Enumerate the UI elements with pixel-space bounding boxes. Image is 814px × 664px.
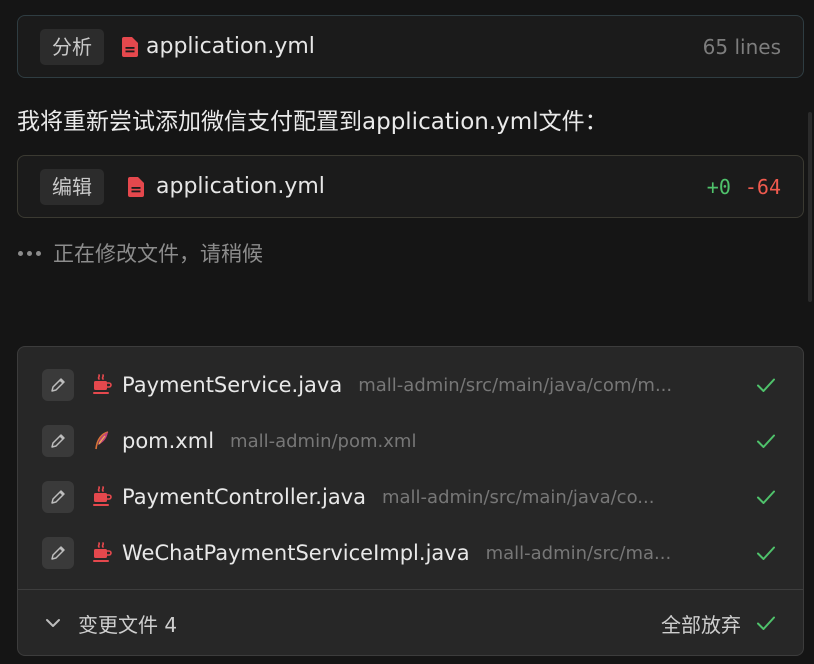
analyze-card[interactable]: 分析 application.yml 65 lines (17, 15, 804, 78)
changed-file-name[interactable]: PaymentService.java (122, 373, 342, 397)
changed-file-name[interactable]: PaymentController.java (122, 485, 366, 509)
changed-file-row[interactable]: PaymentController.java mall-admin/src/mai… (18, 469, 803, 525)
changed-file-name[interactable]: WeChatPaymentServiceImpl.java (122, 541, 470, 565)
file-icon (122, 36, 138, 57)
changed-file-row[interactable]: PaymentService.java mall-admin/src/main/j… (18, 357, 803, 413)
edit-pencil-icon[interactable] (42, 537, 74, 569)
java-icon (92, 486, 112, 508)
edit-pencil-icon[interactable] (42, 369, 74, 401)
changed-files-panel: PaymentService.java mall-admin/src/main/j… (17, 346, 804, 656)
assistant-message: 我将重新尝试添加微信支付配置到application.yml文件： (17, 109, 608, 135)
discard-all-button[interactable]: 全部放弃 (661, 609, 741, 638)
changed-file-row[interactable]: pom.xml mall-admin/pom.xml (18, 413, 803, 469)
accept-check-icon[interactable] (755, 374, 777, 396)
accept-check-icon[interactable] (755, 430, 777, 452)
loading-dots-icon (18, 250, 41, 256)
changed-files-count[interactable]: 变更文件 4 (78, 609, 177, 638)
java-icon (92, 374, 112, 396)
edit-card[interactable]: 编辑 application.yml +0 -64 (17, 155, 804, 218)
changed-file-path: mall-admin/pom.xml (230, 430, 417, 452)
changed-file-name[interactable]: pom.xml (122, 429, 214, 453)
lines-added: +0 (706, 174, 731, 199)
changed-file-path: mall-admin/src/main/java/com/m... (358, 374, 673, 396)
changed-file-path: mall-admin/src/main/java/co... (381, 486, 655, 508)
lines-removed: -64 (744, 174, 781, 199)
chevron-down-icon[interactable] (44, 614, 62, 632)
changes-footer: 变更文件 4 全部放弃 (18, 590, 803, 656)
status-text: 正在修改文件，请稍候 (53, 242, 263, 266)
edit-pencil-icon[interactable] (42, 481, 74, 513)
scrollbar[interactable] (808, 112, 812, 302)
file-icon (128, 176, 144, 197)
edit-file-name[interactable]: application.yml (156, 174, 325, 199)
java-icon (92, 542, 112, 564)
changed-file-path: mall-admin/src/ma... (485, 542, 672, 564)
edit-tag: 编辑 (40, 168, 104, 205)
analyze-tag: 分析 (40, 28, 104, 65)
accept-check-icon[interactable] (755, 486, 777, 508)
analyze-file-name[interactable]: application.yml (146, 34, 315, 59)
accept-check-icon[interactable] (755, 542, 777, 564)
changed-file-row[interactable]: WeChatPaymentServiceImpl.java mall-admin/… (18, 525, 803, 581)
line-count: 65 lines (702, 34, 781, 59)
accept-all-check-icon[interactable] (755, 612, 777, 634)
edit-pencil-icon[interactable] (42, 425, 74, 457)
feather-icon (92, 430, 112, 452)
status-line: 正在修改文件，请稍候 (18, 238, 263, 268)
